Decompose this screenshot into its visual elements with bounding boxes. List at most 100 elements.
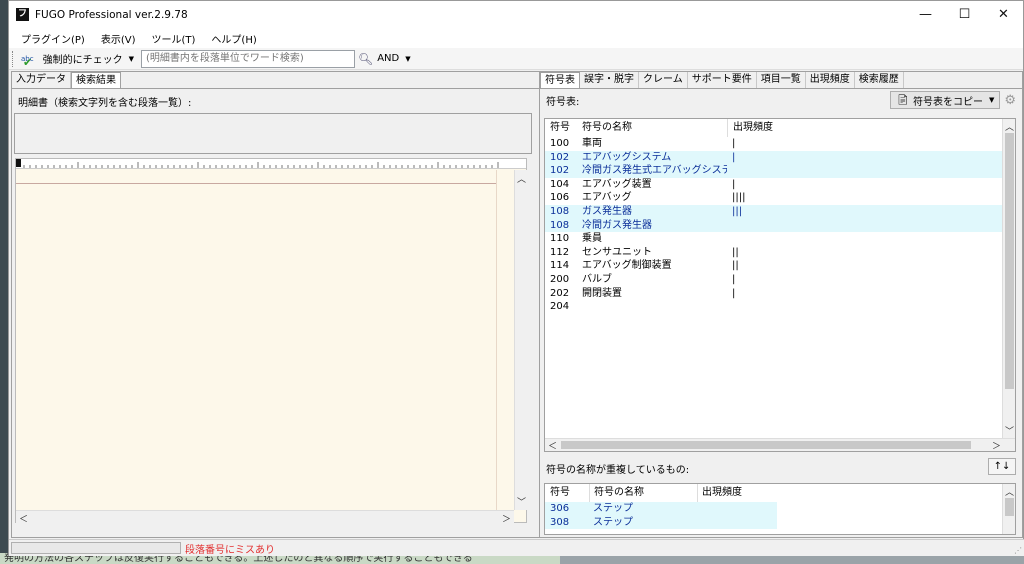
minimize-button[interactable]: — [906, 1, 945, 28]
table-row[interactable]: 200 バルブ | [545, 273, 1015, 287]
table-row[interactable]: 112 センサユニット || [545, 246, 1015, 260]
cell-frequency: | [732, 151, 736, 163]
close-button[interactable]: ✕ [984, 1, 1023, 28]
tab-search-results[interactable]: 検索結果 [71, 72, 121, 88]
scroll-right-icon[interactable]: ＞ [502, 512, 511, 525]
tab-item-list[interactable]: 項目一覧 [756, 72, 806, 88]
menu-help[interactable]: ヘルプ(H) [203, 31, 264, 46]
table-row[interactable]: 104 エアバッグ装置 | [545, 178, 1015, 192]
sign-table-label: 符号表: [546, 96, 580, 108]
menu-plugin[interactable]: プラグイン(P) [13, 31, 93, 46]
tab-frequency[interactable]: 出現頻度 [805, 72, 855, 88]
cell-name: バルブ [582, 273, 612, 285]
dup-column-header-name[interactable]: 符号の名称 [589, 484, 697, 502]
menu-view[interactable]: 表示(V) [93, 31, 144, 46]
status-progress [11, 542, 181, 554]
tab-search-history[interactable]: 検索履歴 [854, 72, 904, 88]
cell-name: 車両 [582, 138, 602, 149]
cell-name: ステップ [589, 502, 697, 516]
cell-frequency [727, 219, 827, 233]
scroll-down-icon[interactable]: ﹀ [1005, 424, 1014, 437]
resize-grip-icon[interactable]: ⋰ [1014, 546, 1022, 555]
tab-claims[interactable]: クレーム [639, 72, 688, 88]
scroll-down-icon[interactable]: ﹀ [517, 495, 526, 508]
paragraph-list[interactable] [14, 113, 532, 154]
scroll-thumb[interactable] [1005, 498, 1014, 516]
search-input[interactable] [140, 49, 355, 68]
cell-frequency: ||| [732, 205, 743, 217]
cell-number: 202 [550, 287, 570, 299]
editor-horizontal-scrollbar[interactable]: ＜ ＞ [16, 510, 514, 525]
cell-name: 開閉装置 [582, 287, 622, 299]
cell-number: 306 [545, 502, 589, 516]
table-row[interactable]: 202 開閉装置 | [545, 287, 1015, 301]
background-window-strip [0, 0, 8, 564]
duplicate-table-rows: 306 ステップ 308 ステップ [545, 502, 1015, 530]
copy-sign-table-button[interactable]: 📄︎ 符号表をコピー ▼ [890, 91, 1001, 109]
table-row[interactable]: 108 ガス発生器 ||| [545, 204, 1015, 219]
tab-support-requirements[interactable]: サポート要件 [687, 72, 757, 88]
chevron-down-icon[interactable]: ▼ [405, 55, 410, 63]
table-row[interactable]: 108 冷間ガス発生器 [545, 218, 1015, 233]
cell-name: 乗員 [582, 233, 602, 245]
duplicate-table-scrollbar[interactable]: ︿ [1002, 484, 1015, 534]
scroll-right-icon[interactable]: ＞ [992, 439, 1001, 451]
table-row[interactable]: 308 ステップ [545, 515, 1015, 530]
table-row[interactable]: 100 車両 | [545, 137, 1015, 151]
cell-number: 108 [550, 205, 570, 217]
app-window: フ FUGO Professional ver.2.9.78 — ☐ ✕ プラグ… [8, 0, 1024, 556]
spec-editor[interactable]: ︿ ﹀ ＜ ＞ [15, 158, 527, 525]
cell-number: 114 [550, 260, 570, 272]
window-title: FUGO Professional ver.2.9.78 [35, 8, 188, 21]
scroll-up-icon[interactable]: ︿ [1005, 120, 1014, 133]
table-row[interactable]: 102 エアバッグシステム | [545, 150, 1015, 165]
cell-name: 冷間ガス発生式エアバッグシステム [582, 165, 727, 177]
chevron-down-icon[interactable]: ▼ [989, 96, 994, 104]
scroll-left-icon[interactable]: ＜ [19, 512, 28, 525]
dup-column-header-frequency[interactable]: 出現頻度 [697, 484, 777, 502]
tab-sign-table[interactable]: 符号表 [540, 72, 580, 88]
sign-table-vertical-scrollbar[interactable]: ︿ ﹀ [1002, 119, 1015, 439]
cell-number: 106 [550, 192, 570, 204]
cell-frequency: |||| [732, 192, 746, 204]
gear-icon[interactable]: ⚙ [1004, 93, 1016, 108]
scroll-up-icon[interactable]: ︿ [517, 172, 526, 185]
duplicate-table-head: 符号 符号の名称 出現頻度 [545, 484, 1015, 502]
table-row[interactable]: 204 [545, 300, 1015, 314]
right-tabs: 符号表 誤字・脱字 クレーム サポート要件 項目一覧 出現頻度 検索履歴 [540, 72, 1022, 89]
table-row[interactable]: 102 冷間ガス発生式エアバッグシステム [545, 164, 1015, 178]
scroll-thumb-horizontal[interactable] [561, 441, 971, 449]
window-controls: — ☐ ✕ [906, 1, 1023, 28]
search-button[interactable]: 🔍︎ AND ▼ [355, 50, 414, 68]
sort-button[interactable]: ↑↓ [988, 458, 1016, 475]
cell-number: 110 [550, 233, 570, 245]
scroll-left-icon[interactable]: ＜ [548, 439, 557, 451]
cell-frequency [697, 502, 777, 516]
cell-name: エアバッグ制御装置 [582, 260, 672, 272]
right-panel: 符号表 誤字・脱字 クレーム サポート要件 項目一覧 出現頻度 検索履歴 符号表… [539, 71, 1023, 538]
menu-tools[interactable]: ツール(T) [144, 31, 204, 46]
editor-vertical-scrollbar[interactable]: ︿ ﹀ [514, 170, 527, 510]
maximize-button[interactable]: ☐ [945, 1, 984, 28]
chevron-down-icon[interactable]: ▼ [129, 55, 134, 63]
table-row[interactable]: 110 乗員 [545, 232, 1015, 246]
force-check-button[interactable]: abc ✔ 強制的にチェック ▼ [18, 50, 137, 68]
duplicate-names-label: 符号の名称が重複しているもの: [546, 465, 690, 476]
table-row[interactable]: 114 エアバッグ制御装置 || [545, 259, 1015, 273]
column-header-number[interactable]: 符号 [545, 119, 577, 137]
dup-column-header-number[interactable]: 符号 [545, 484, 589, 502]
scroll-up-icon[interactable]: ︿ [1005, 485, 1014, 498]
table-row[interactable]: 106 エアバッグ |||| [545, 191, 1015, 205]
spellcheck-icon: abc ✔ [21, 54, 34, 69]
status-message: 段落番号にミスあり [185, 544, 275, 556]
column-header-name[interactable]: 符号の名称 [577, 119, 727, 137]
scroll-thumb[interactable] [1005, 133, 1014, 389]
tab-typos[interactable]: 誤字・脱字 [580, 72, 639, 88]
cell-name: 冷間ガス発生器 [582, 219, 652, 231]
sign-table-horizontal-scrollbar[interactable]: ＜ ＞ [545, 438, 1015, 451]
column-header-frequency[interactable]: 出現頻度 [727, 119, 827, 137]
tab-input-data[interactable]: 入力データ [12, 72, 71, 88]
toolbar-grip[interactable] [12, 50, 15, 67]
cell-frequency [697, 515, 777, 530]
table-row[interactable]: 306 ステップ [545, 502, 1015, 516]
